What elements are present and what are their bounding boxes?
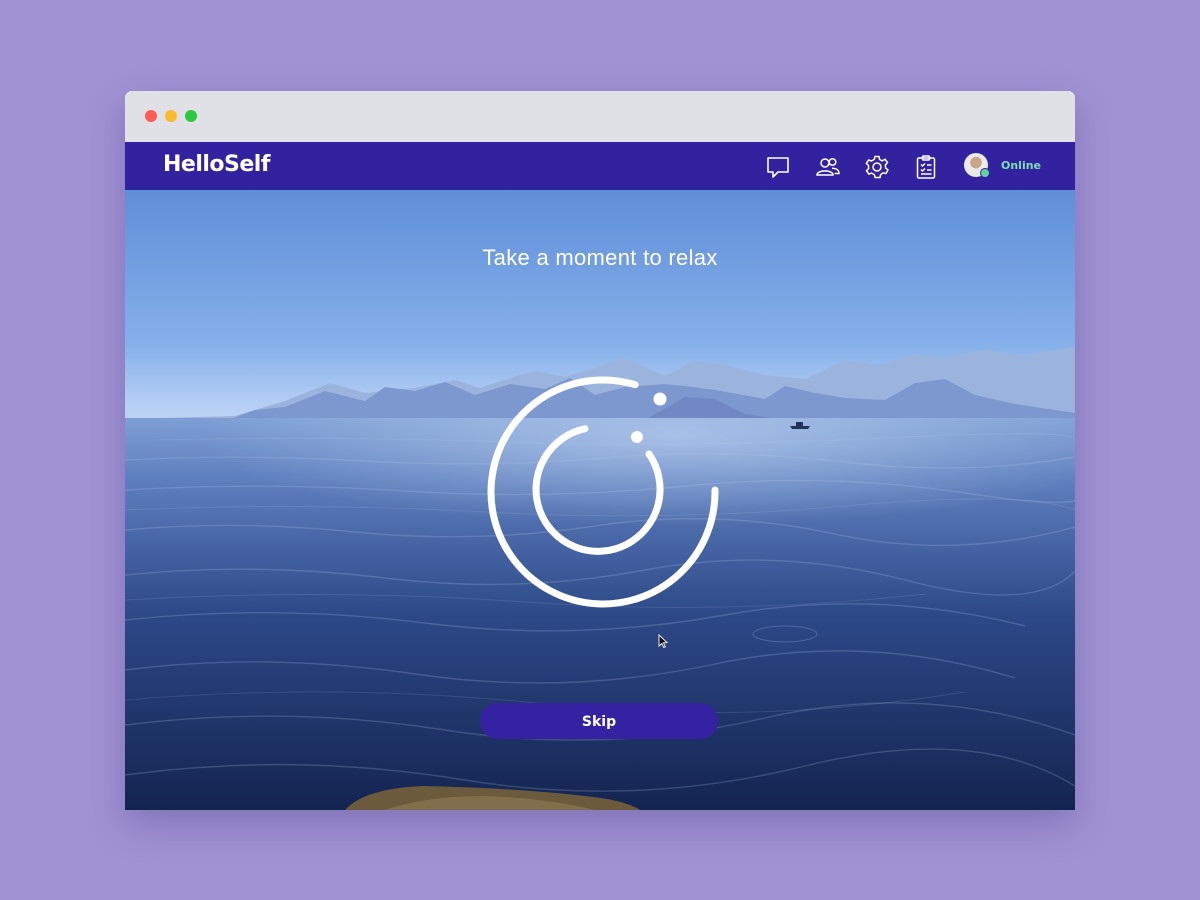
breathing-animation bbox=[487, 376, 719, 608]
checklist-icon[interactable] bbox=[913, 154, 939, 180]
browser-title-bar bbox=[125, 91, 1075, 142]
chat-icon[interactable] bbox=[765, 154, 791, 180]
relaxation-scene: Take a moment to relax Skip bbox=[125, 190, 1075, 810]
mouse-cursor-icon bbox=[658, 634, 668, 648]
online-indicator bbox=[980, 168, 990, 178]
window-maximize-button[interactable] bbox=[185, 110, 197, 122]
browser-window: HelloSelf Online Take a moment to relax … bbox=[125, 91, 1075, 810]
settings-icon[interactable] bbox=[864, 154, 890, 180]
relax-headline: Take a moment to relax bbox=[482, 245, 718, 270]
app-logo[interactable]: HelloSelf bbox=[163, 152, 270, 177]
window-minimize-button[interactable] bbox=[165, 110, 177, 122]
user-avatar[interactable] bbox=[964, 153, 990, 178]
user-status: Online bbox=[1001, 159, 1042, 172]
skip-button[interactable]: Skip bbox=[480, 703, 718, 739]
people-icon[interactable] bbox=[815, 154, 841, 180]
window-close-button[interactable] bbox=[145, 110, 157, 122]
app-header: HelloSelf Online bbox=[125, 142, 1075, 190]
